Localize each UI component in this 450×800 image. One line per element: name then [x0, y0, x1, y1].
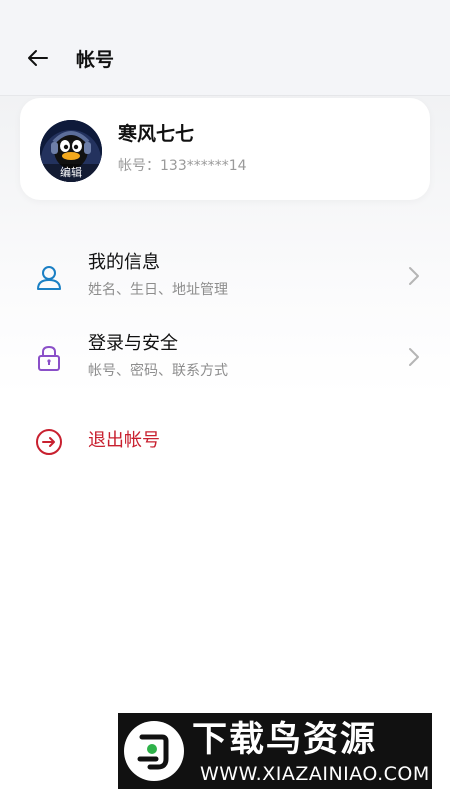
watermark-url: WWW.XIAZAINIAO.COM — [200, 763, 430, 785]
logout-button[interactable]: 退出帐号 — [0, 421, 450, 461]
logout-label: 退出帐号 — [88, 430, 160, 451]
chevron-right-icon — [404, 264, 424, 288]
watermark-logo-icon — [124, 721, 184, 781]
menu-item-title: 我的信息 — [88, 252, 160, 273]
arrow-left-icon — [26, 46, 50, 74]
watermark-title: 下载鸟资源 — [192, 720, 378, 760]
lock-icon — [34, 343, 64, 373]
watermark: 下载鸟资源 WWW.XIAZAINIAO.COM — [118, 713, 432, 789]
avatar-edit-label[interactable]: 编辑 — [40, 164, 102, 182]
person-icon — [34, 262, 64, 292]
profile-card[interactable]: 编辑 寒风七七 帐号：133******14 — [20, 98, 430, 200]
logout-arrow-icon — [34, 427, 64, 457]
menu-item-subtitle: 帐号、密码、联系方式 — [88, 363, 228, 379]
chevron-right-icon — [404, 345, 424, 369]
menu-item-subtitle: 姓名、生日、地址管理 — [88, 282, 228, 298]
account-number: 帐号：133******14 — [118, 158, 247, 174]
nickname: 寒风七七 — [118, 123, 195, 145]
page-title: 帐号 — [76, 49, 115, 71]
menu-item-title: 登录与安全 — [88, 333, 178, 354]
menu-item-my-info[interactable]: 我的信息 姓名、生日、地址管理 — [0, 240, 450, 310]
menu-item-login-security[interactable]: 登录与安全 帐号、密码、联系方式 — [0, 321, 450, 391]
top-bar: 帐号 — [0, 0, 450, 96]
back-button[interactable] — [22, 44, 54, 76]
avatar[interactable]: 编辑 — [40, 120, 102, 182]
